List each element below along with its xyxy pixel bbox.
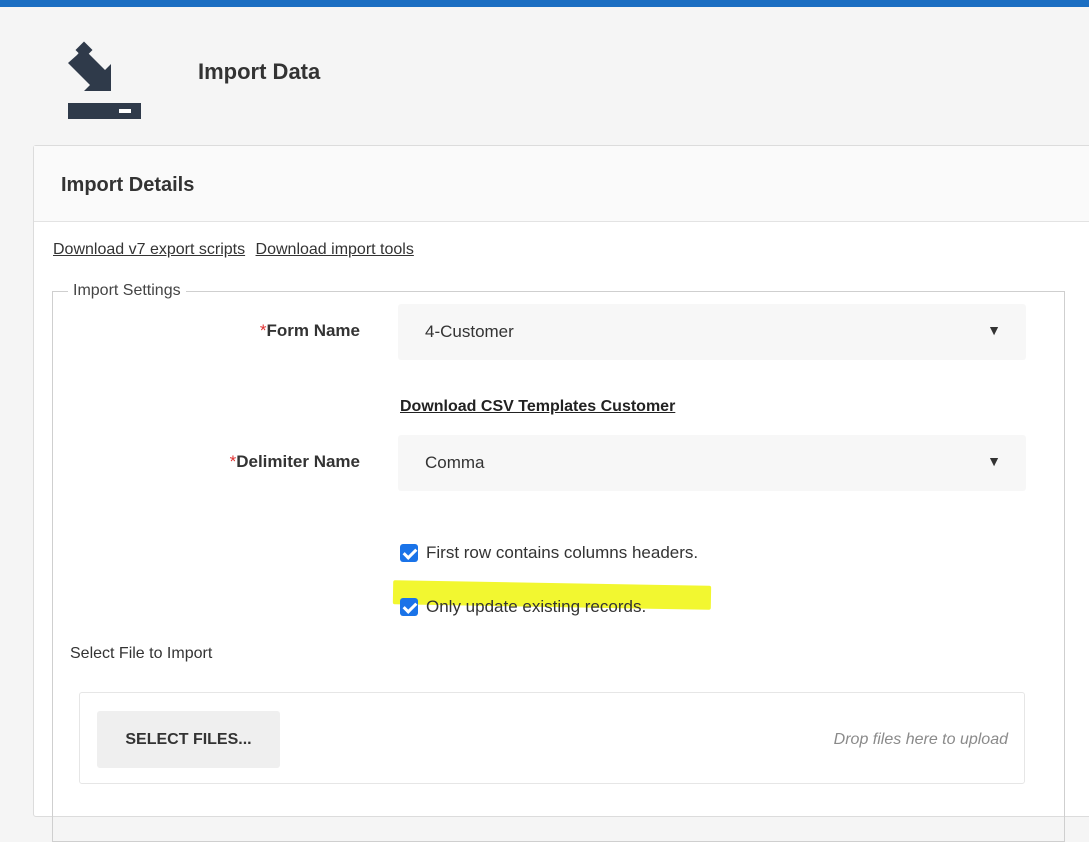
first-row-headers-option: First row contains columns headers. [400,543,698,563]
first-row-headers-label: First row contains columns headers. [426,543,699,562]
import-icon [68,41,141,119]
first-row-headers-checkbox[interactable] [400,544,418,562]
select-files-button[interactable]: SELECT FILES... [97,711,280,768]
form-name-value: 4-Customer [425,322,514,341]
import-settings-legend: Import Settings [73,282,181,299]
card-header: Import Details [34,146,1089,222]
form-name-dropdown[interactable]: 4-Customer ▼ [398,304,1026,360]
page-title: Import Data [198,59,321,84]
only-update-existing-checkbox[interactable] [400,598,418,616]
drop-files-hint: Drop files here to upload [833,731,1008,748]
select-file-label: Select File to Import [70,645,213,662]
page-header: Import Data [0,7,1089,140]
delimiter-name-value: Comma [425,453,485,472]
card-title: Import Details [61,174,195,196]
only-update-existing-option: Only update existing records. [400,597,646,617]
caret-down-icon: ▼ [987,322,1001,338]
top-accent-bar [0,0,1089,7]
delimiter-name-label: *Delimiter Name [229,452,360,471]
download-csv-templates-link[interactable]: Download CSV Templates Customer [400,398,675,416]
file-upload-dropzone[interactable]: SELECT FILES... Drop files here to uploa… [79,692,1025,784]
form-name-label: *Form Name [259,321,360,340]
delimiter-name-dropdown[interactable]: Comma ▼ [398,435,1026,491]
only-update-existing-label: Only update existing records. [426,597,647,616]
download-import-tools-link[interactable]: Download import tools [256,241,414,258]
caret-down-icon: ▼ [987,453,1001,469]
download-links: Download v7 export scripts Download impo… [53,241,420,259]
download-export-scripts-link[interactable]: Download v7 export scripts [53,241,245,258]
